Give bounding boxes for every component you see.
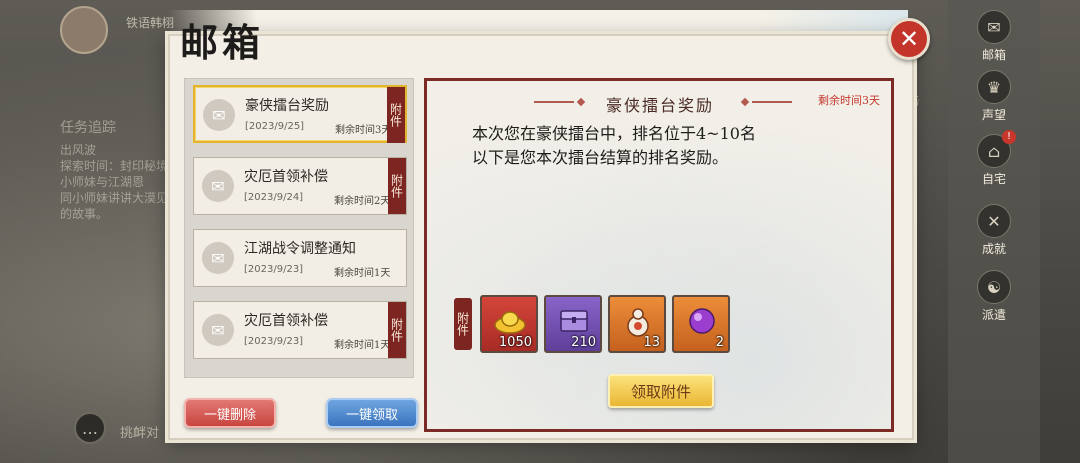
task-line: 探索时间：封印秘境 (60, 159, 169, 173)
reputation-icon: ♛ (977, 70, 1011, 104)
mail-title: 豪侠擂台奖励 (245, 98, 329, 114)
sidebar-item-label: 自宅 (981, 172, 1006, 186)
mail-remaining-time: 剩余时间1天 (334, 268, 391, 279)
player-name: 铁语韩栩 (126, 16, 175, 30)
task-line: 同小师妹讲讲大漠见 (60, 191, 169, 205)
dispatch-icon: ☯ (977, 270, 1011, 304)
notification-badge: ! (1002, 130, 1016, 144)
mail-title: 灾厄首领补偿 (244, 313, 328, 329)
sidebar-item-reputation[interactable]: ♛ 声望 (962, 70, 1026, 123)
mail-title: 灾厄首领补偿 (244, 169, 328, 185)
gold-ingot-icon (494, 311, 526, 334)
mail-item[interactable]: ✉ 豪侠擂台奖励 [2023/9/25] 剩余时间3天 附件 (193, 85, 407, 143)
player-avatar (60, 6, 108, 54)
task-line: 的故事。 (60, 207, 109, 221)
task-tracker: 任务追踪 出风波 探索时间：封印秘境 小师妹与江湖恩 同小师妹讲讲大漠见 的故事… (60, 120, 180, 222)
detail-remaining-time: 剩余时间3天 (818, 94, 880, 107)
mail-title: 江湖战令调整通知 (244, 241, 356, 257)
purple-orb-icon (689, 308, 715, 334)
mail-date: [2023/9/24] (244, 192, 304, 203)
reward-item-elixir[interactable]: 13 (608, 295, 666, 353)
close-icon: ✕ (898, 25, 920, 53)
sidebar-item-label: 声望 (981, 108, 1006, 122)
chat-preview: 挑衅对 (120, 426, 160, 441)
attachment-tag: 附件 (388, 302, 406, 358)
mail-list: ✉ 豪侠擂台奖励 [2023/9/25] 剩余时间3天 附件 ✉ 灾厄首领补偿 … (184, 78, 414, 378)
mail-date: [2023/9/23] (244, 264, 304, 275)
reward-item-gold[interactable]: 1050 (480, 295, 538, 353)
purple-chest-icon (560, 310, 588, 332)
title-ornament-right (752, 101, 792, 103)
envelope-icon: ✉ (202, 314, 234, 346)
achievement-icon: ✕ (977, 204, 1011, 238)
mail-body-line: 本次您在豪侠擂台中，排名位于4~10名 (472, 124, 756, 143)
mail-item[interactable]: ✉ 江湖战令调整通知 [2023/9/23] 剩余时间1天 (193, 229, 407, 287)
dialog-title: 邮箱 (180, 20, 265, 65)
task-line: 出风波 (60, 143, 97, 157)
mail-item[interactable]: ✉ 灾厄首领补偿 [2023/9/24] 剩余时间2天 附件 (193, 157, 407, 215)
chat-icon[interactable]: … (74, 412, 106, 444)
player-info: 铁语韩栩 153 (60, 6, 223, 54)
close-button[interactable]: ✕ (888, 18, 930, 60)
right-sidebar: ✉ 邮箱 ♛ 声望 ⌂ ! 自宅 ✕ 成就 ☯ 派遣 (948, 0, 1040, 463)
claim-all-button[interactable]: 一键领取 (326, 398, 418, 428)
attachment-tag: 附件 (387, 87, 405, 143)
claim-attachment-button[interactable]: 领取附件 (608, 374, 714, 408)
mail-body: 本次您在豪侠擂台中，排名位于4~10名 以下是您本次擂台结算的排名奖励。 (472, 122, 852, 170)
mail-item[interactable]: ✉ 灾厄首领补偿 [2023/9/23] 剩余时间1天 附件 (193, 301, 407, 359)
item-quantity: 2 (715, 335, 724, 350)
sidebar-item-label: 派遣 (981, 308, 1006, 322)
attachment-tag: 附件 (388, 158, 406, 214)
envelope-icon: ✉ (202, 242, 234, 274)
mail-detail-title: 豪侠擂台奖励 (606, 96, 715, 115)
sidebar-item-dispatch[interactable]: ☯ 派遣 (962, 270, 1026, 323)
envelope-icon: ✉ (202, 170, 234, 202)
mail-body-line: 以下是您本次擂台结算的排名奖励。 (472, 148, 729, 167)
mail-date: [2023/9/25] (245, 121, 305, 132)
title-ornament-left (534, 101, 574, 103)
item-quantity: 13 (643, 335, 660, 350)
item-quantity: 210 (571, 335, 596, 350)
envelope-icon: ✉ (203, 99, 235, 131)
reward-item-chest[interactable]: 210 (544, 295, 602, 353)
mail-remaining-time: 剩余时间1天 (334, 340, 391, 351)
elixir-gourd-icon (627, 308, 649, 337)
sidebar-item-mail[interactable]: ✉ 邮箱 (962, 10, 1026, 63)
attachment-label: 附件 (454, 298, 472, 350)
sidebar-item-label: 成就 (981, 242, 1006, 256)
item-quantity: 1050 (498, 335, 532, 350)
mail-remaining-time: 剩余时间3天 (335, 125, 392, 136)
mail-remaining-time: 剩余时间2天 (334, 196, 391, 207)
task-title: 任务追踪 (60, 120, 116, 136)
mail-date: [2023/9/23] (244, 336, 304, 347)
sidebar-item-home[interactable]: ⌂ ! 自宅 (962, 130, 1026, 187)
task-line: 小师妹与江湖恩 (60, 175, 145, 189)
mail-icon: ✉ (977, 10, 1011, 44)
sidebar-item-label: 邮箱 (981, 48, 1006, 62)
sidebar-item-achievement[interactable]: ✕ 成就 (962, 204, 1026, 257)
reward-item-orb[interactable]: 2 (672, 295, 730, 353)
delete-all-button[interactable]: 一键删除 (184, 398, 276, 428)
